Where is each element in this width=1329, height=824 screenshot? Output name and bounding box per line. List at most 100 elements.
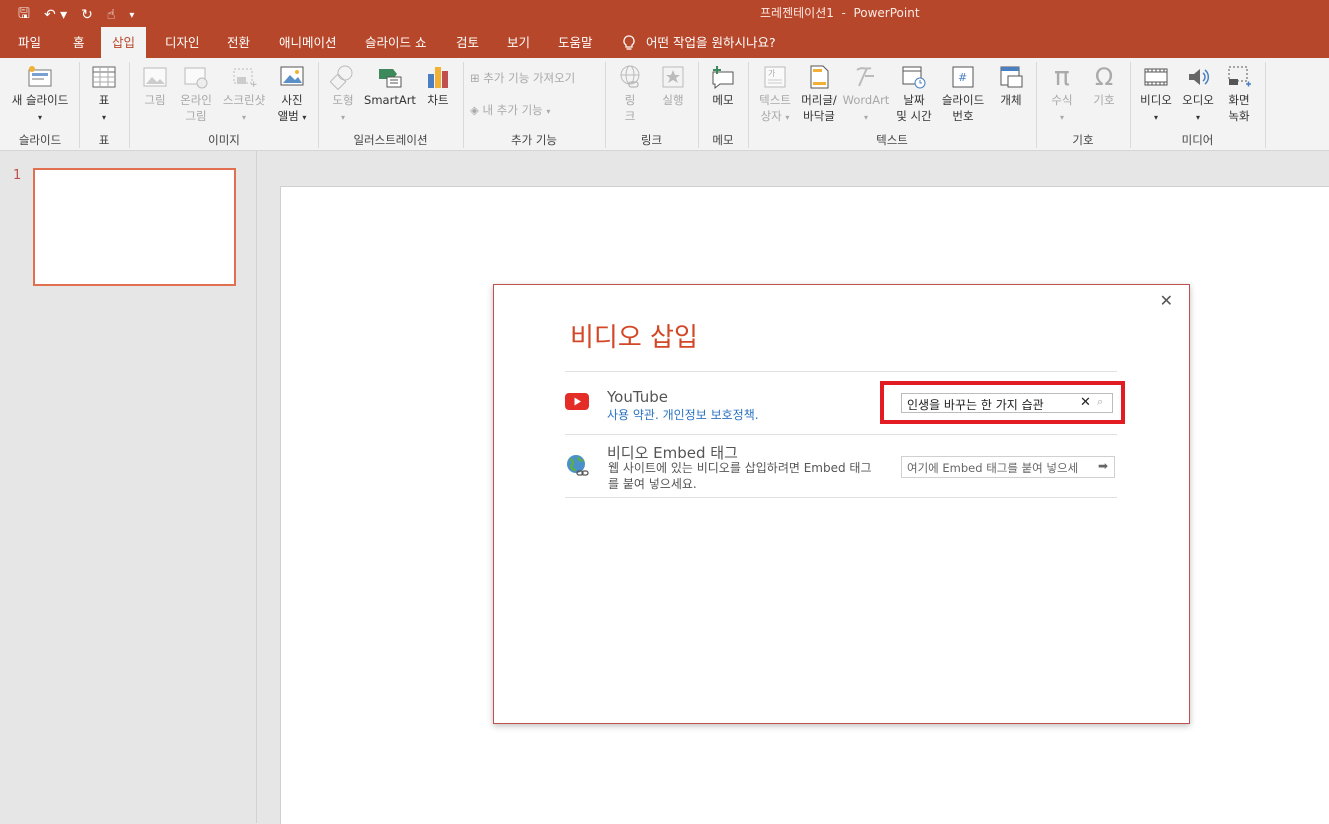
- action-icon: [662, 66, 684, 88]
- group-label-addins: 추가 기능: [511, 133, 557, 147]
- tell-me-search[interactable]: 어떤 작업을 원하시나요?: [622, 27, 776, 58]
- tab-home[interactable]: 홈: [73, 27, 85, 58]
- shapes-button[interactable]: 도형 ▾: [324, 64, 362, 126]
- addin-icon: ◈: [470, 103, 479, 117]
- group-label-text: 텍스트: [876, 133, 908, 147]
- title-bar: 🖫 ↶ ▾ ↻ ☝ ▾ 프레젠테이션1 - PowerPoint: [0, 0, 1329, 27]
- wordart-icon: [856, 67, 874, 87]
- save-icon[interactable]: 🖫: [18, 3, 30, 27]
- group-label-comments: 메모: [712, 133, 734, 147]
- slide-thumbnail[interactable]: [33, 168, 236, 286]
- ribbon-tabs: 파일 홈 삽입 디자인 전환 애니메이션 슬라이드 쇼 검토 보기 도움말 어떤…: [0, 27, 1329, 58]
- tab-animations[interactable]: 애니메이션: [279, 27, 337, 58]
- tab-help[interactable]: 도움말: [558, 27, 593, 58]
- embed-code-input[interactable]: 여기에 Embed 태그를 붙여 넣으세 ➡: [901, 456, 1115, 478]
- comment-icon: [712, 66, 734, 90]
- group-label-illustrations: 일러스트레이션: [353, 133, 428, 147]
- video-button[interactable]: 비디오 ▾: [1136, 64, 1176, 126]
- link-button[interactable]: 링크: [612, 64, 648, 124]
- divider: [565, 371, 1117, 372]
- chart-icon: [428, 67, 448, 88]
- close-icon[interactable]: ✕: [1160, 291, 1173, 310]
- screenshot-button[interactable]: + 스크린샷 ▾: [218, 64, 270, 126]
- redo-icon[interactable]: ↻: [81, 7, 93, 23]
- my-addins-button[interactable]: ◈ 내 추가 기능 ▾: [470, 102, 598, 120]
- online-picture-icon: [184, 67, 208, 89]
- separator: [1265, 62, 1266, 148]
- textbox-button[interactable]: 가 텍스트 상자 ▾: [754, 64, 796, 126]
- smartart-button[interactable]: SmartArt: [364, 64, 416, 108]
- action-button[interactable]: 실행: [654, 64, 692, 108]
- table-icon: [92, 66, 116, 88]
- omega-icon: Ω: [1094, 63, 1114, 91]
- wordart-button[interactable]: WordArt ▾: [842, 64, 890, 126]
- smartart-icon: [379, 69, 402, 88]
- chart-button[interactable]: 차트: [420, 64, 456, 108]
- svg-text:#: #: [958, 71, 967, 84]
- tab-file[interactable]: 파일: [18, 27, 41, 58]
- tab-view[interactable]: 보기: [507, 27, 530, 58]
- customize-qat-icon[interactable]: ▾: [129, 10, 134, 21]
- get-addins-button[interactable]: ⊞ 추가 기능 가져오기: [470, 70, 598, 86]
- comment-button[interactable]: 메모: [704, 64, 742, 108]
- tab-design[interactable]: 디자인: [165, 27, 200, 58]
- speaker-icon: [1189, 69, 1210, 85]
- datetime-button[interactable]: 날짜 및 시간: [892, 64, 936, 124]
- tab-transitions[interactable]: 전환: [227, 27, 250, 58]
- group-label-table: 표: [98, 133, 110, 147]
- equation-button[interactable]: π 수식 ▾: [1043, 62, 1081, 126]
- pi-icon: π: [1054, 62, 1070, 92]
- screen-recording-icon: [1228, 66, 1251, 87]
- youtube-terms-link[interactable]: 사용 약관. 개인정보 보호정책.: [607, 406, 759, 423]
- object-button[interactable]: 개체: [992, 64, 1030, 108]
- screen-recording-button[interactable]: 화면 녹화: [1220, 64, 1258, 124]
- table-button[interactable]: 표 ▾: [86, 64, 122, 126]
- tab-insert[interactable]: 삽입: [101, 27, 147, 58]
- group-label-links: 링크: [640, 133, 663, 147]
- ribbon: 새 슬라이드 ▾ 표 ▾ 그림 온라인 그림 + 스크린샷 ▾ 사진 앨범 ▾ 도형 ▾ S…: [0, 58, 1329, 151]
- search-value: 인생을 바꾸는 한 가지 습관: [907, 398, 1044, 412]
- search-icon[interactable]: ⌕: [1097, 395, 1103, 409]
- object-icon: [1000, 66, 1023, 88]
- slide-number-button[interactable]: # 슬라이드 번호: [937, 64, 989, 124]
- window-title: 프레젠테이션1 - PowerPoint: [760, 6, 920, 20]
- tab-review[interactable]: 검토: [456, 27, 479, 58]
- picture-button[interactable]: 그림: [138, 64, 172, 108]
- link-icon: [620, 65, 640, 88]
- embed-placeholder: 여기에 Embed 태그를 붙여 넣으세: [907, 461, 1079, 475]
- lightbulb-icon: [623, 34, 635, 50]
- dialog-title: 비디오 삽입: [570, 323, 698, 353]
- slide-number: 1: [13, 168, 22, 183]
- youtube-label: YouTube: [607, 388, 668, 406]
- online-picture-button[interactable]: 온라인 그림: [176, 64, 216, 124]
- new-slide-button[interactable]: 새 슬라이드 ▾: [6, 64, 74, 126]
- photo-album-icon: [280, 66, 304, 86]
- header-footer-button[interactable]: 머리글/바닥글: [797, 64, 841, 124]
- separator: [79, 62, 80, 148]
- tab-slideshow[interactable]: 슬라이드 쇼: [365, 27, 426, 58]
- group-label-slides: 슬라이드: [18, 133, 62, 147]
- arrow-right-icon[interactable]: ➡: [1098, 459, 1108, 473]
- slide-number-icon: #: [952, 66, 974, 88]
- globe-link-icon: [567, 455, 589, 476]
- calendar-icon: [902, 66, 926, 89]
- svg-text:+: +: [250, 80, 257, 90]
- symbol-button[interactable]: Ω 기호: [1085, 62, 1123, 108]
- tell-me-text: 어떤 작업을 원하시나요?: [646, 35, 776, 50]
- embed-description: 웹 사이트에 있는 비디오를 삽입하려면 Embed 태그를 붙여 넣으세요.: [608, 461, 872, 491]
- touch-mode-icon[interactable]: ☝: [107, 7, 116, 23]
- shapes-icon: [330, 65, 353, 90]
- photo-album-button[interactable]: 사진 앨범 ▾: [272, 64, 312, 126]
- youtube-search-input[interactable]: 인생을 바꾸는 한 가지 습관 ✕ ⌕: [901, 393, 1113, 413]
- header-footer-icon: [810, 65, 829, 89]
- audio-button[interactable]: 오디오 ▾: [1178, 64, 1218, 126]
- slide-thumbnail-pane: 1: [0, 151, 257, 823]
- textbox-icon: 가: [764, 66, 786, 88]
- undo-icon[interactable]: ↶ ▾: [44, 7, 67, 23]
- group-label-symbols: 기호: [1072, 133, 1094, 147]
- youtube-icon: [565, 393, 589, 410]
- insert-video-dialog: ✕ 비디오 삽입 YouTube 사용 약관. 개인정보 보호정책. 인생을 바…: [493, 284, 1190, 724]
- divider: [565, 434, 1117, 435]
- clear-search-icon[interactable]: ✕: [1080, 395, 1091, 410]
- divider: [565, 497, 1117, 498]
